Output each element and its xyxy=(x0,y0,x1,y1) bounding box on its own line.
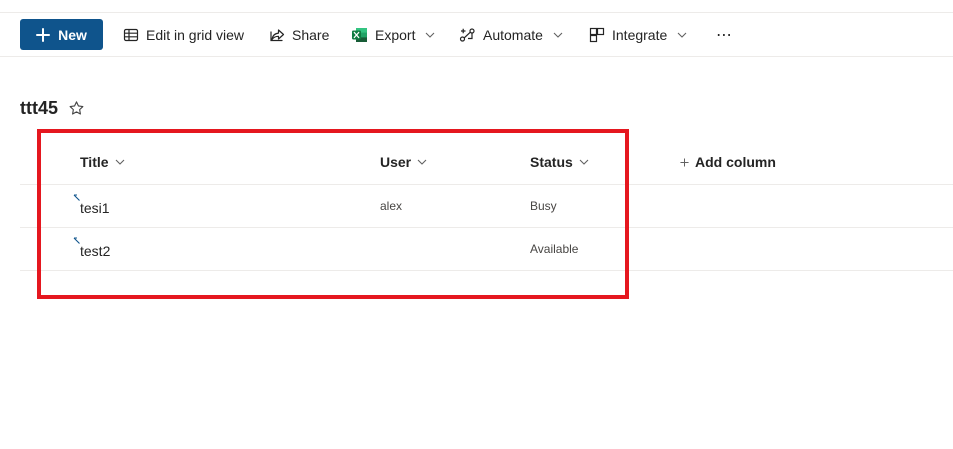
integrate-label: Integrate xyxy=(612,26,668,43)
column-header-title-label: Title xyxy=(80,154,109,170)
column-header-status-label: Status xyxy=(530,154,573,170)
more-button[interactable]: ⋯ xyxy=(716,19,733,50)
row-user-cell: alex xyxy=(380,199,403,213)
edit-grid-view-button[interactable]: Edit in grid view xyxy=(123,19,244,50)
grid-icon xyxy=(123,28,139,41)
new-button[interactable]: New xyxy=(20,19,103,50)
add-column-button[interactable]: Add column xyxy=(680,140,776,184)
export-label: Export xyxy=(375,26,416,43)
share-button[interactable]: Share xyxy=(269,19,329,50)
add-column-label: Add column xyxy=(695,154,776,170)
automate-button[interactable]: Automate xyxy=(459,19,563,50)
excel-icon xyxy=(352,27,367,42)
list-title-row: ttt45 xyxy=(20,96,85,120)
star-icon[interactable] xyxy=(68,100,85,117)
new-button-label: New xyxy=(58,26,87,43)
column-header-user[interactable]: User xyxy=(380,140,427,184)
header-divider xyxy=(20,184,953,185)
edit-grid-view-label: Edit in grid view xyxy=(146,26,245,43)
chevron-down-icon xyxy=(579,159,589,165)
integrate-icon xyxy=(589,27,605,42)
chevron-down-icon xyxy=(677,32,687,38)
chevron-down-icon xyxy=(553,32,563,38)
column-header-user-label: User xyxy=(380,154,412,170)
page-title: ttt45 xyxy=(20,97,59,118)
row-title-cell[interactable]: tesi1 xyxy=(80,200,110,216)
chevron-down-icon xyxy=(426,32,435,38)
automate-icon xyxy=(459,27,475,42)
command-bar: New Edit in grid view Share Export Autom… xyxy=(0,13,953,57)
chevron-down-icon xyxy=(115,159,124,165)
automate-label: Automate xyxy=(483,26,543,43)
column-header-status[interactable]: Status xyxy=(530,140,589,184)
export-button[interactable]: Export xyxy=(351,19,435,50)
row-divider xyxy=(20,270,953,271)
row-status-cell: Available xyxy=(530,242,579,256)
column-header-title[interactable]: Title xyxy=(80,140,125,184)
share-label: Share xyxy=(292,26,330,43)
chevron-down-icon xyxy=(417,159,427,165)
plus-icon xyxy=(680,157,689,167)
share-icon xyxy=(270,28,285,41)
plus-icon xyxy=(36,27,51,42)
row-divider xyxy=(20,227,953,228)
row-status-cell: Busy xyxy=(530,199,557,213)
row-title-cell[interactable]: test2 xyxy=(80,243,110,259)
more-icon: ⋯ xyxy=(716,26,733,44)
integrate-button[interactable]: Integrate xyxy=(589,19,687,50)
